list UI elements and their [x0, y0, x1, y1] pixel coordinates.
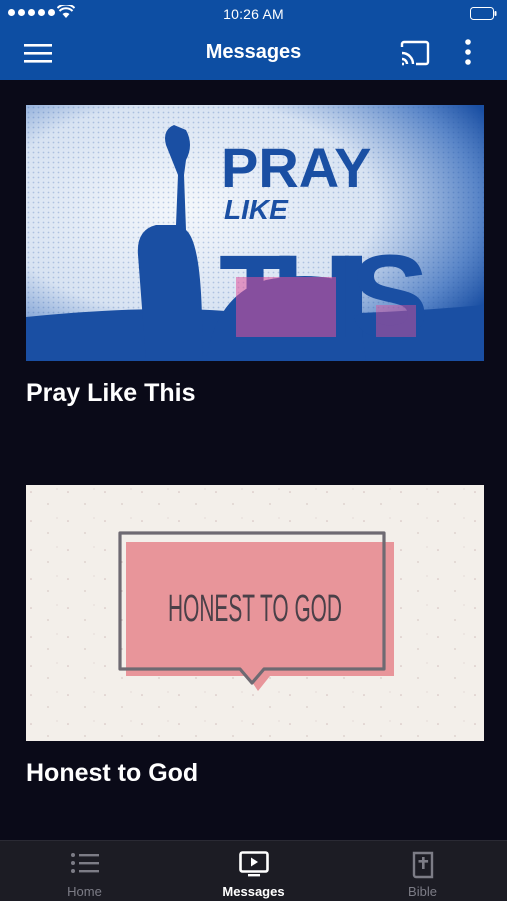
message-title: Honest to God — [26, 759, 199, 787]
tab-bible[interactable]: Bible — [338, 841, 507, 901]
message-title: Pray Like This — [26, 379, 196, 407]
cast-icon[interactable] — [399, 39, 431, 67]
message-card[interactable]: HONEST TO GOD Honest to God — [26, 485, 484, 788]
pray-like-this-artwork: PRAY LIKE THIS — [26, 105, 484, 361]
message-card[interactable]: PRAY LIKE THIS Pray Like This — [26, 105, 484, 408]
artwork-text-pray: PRAY — [221, 136, 371, 199]
tab-home[interactable]: Home — [0, 841, 169, 901]
more-vertical-icon[interactable] — [458, 38, 478, 68]
navbar: Messages — [0, 28, 507, 80]
artwork-text-like: LIKE — [224, 194, 289, 225]
message-thumbnail-pray-like-this[interactable]: PRAY LIKE THIS — [26, 105, 484, 361]
list-icon — [70, 853, 99, 873]
tab-bar: Home Messages Bible — [0, 840, 507, 901]
message-thumbnail-honest-to-god[interactable]: HONEST TO GOD — [26, 485, 484, 741]
status-time: 10:26 AM — [223, 6, 284, 22]
battery-icon — [470, 7, 497, 20]
tab-messages[interactable]: Messages — [169, 841, 338, 901]
artwork-text-honest-to-god: HONEST TO GOD — [168, 588, 342, 630]
tab-label: Bible — [408, 884, 437, 899]
tv-play-icon — [238, 851, 269, 877]
tab-label: Home — [67, 884, 102, 899]
tab-label: Messages — [222, 884, 285, 899]
honest-to-god-artwork: HONEST TO GOD — [26, 485, 484, 741]
status-bar: 10:26 AM — [0, 0, 507, 28]
bible-cross-icon — [412, 851, 433, 879]
